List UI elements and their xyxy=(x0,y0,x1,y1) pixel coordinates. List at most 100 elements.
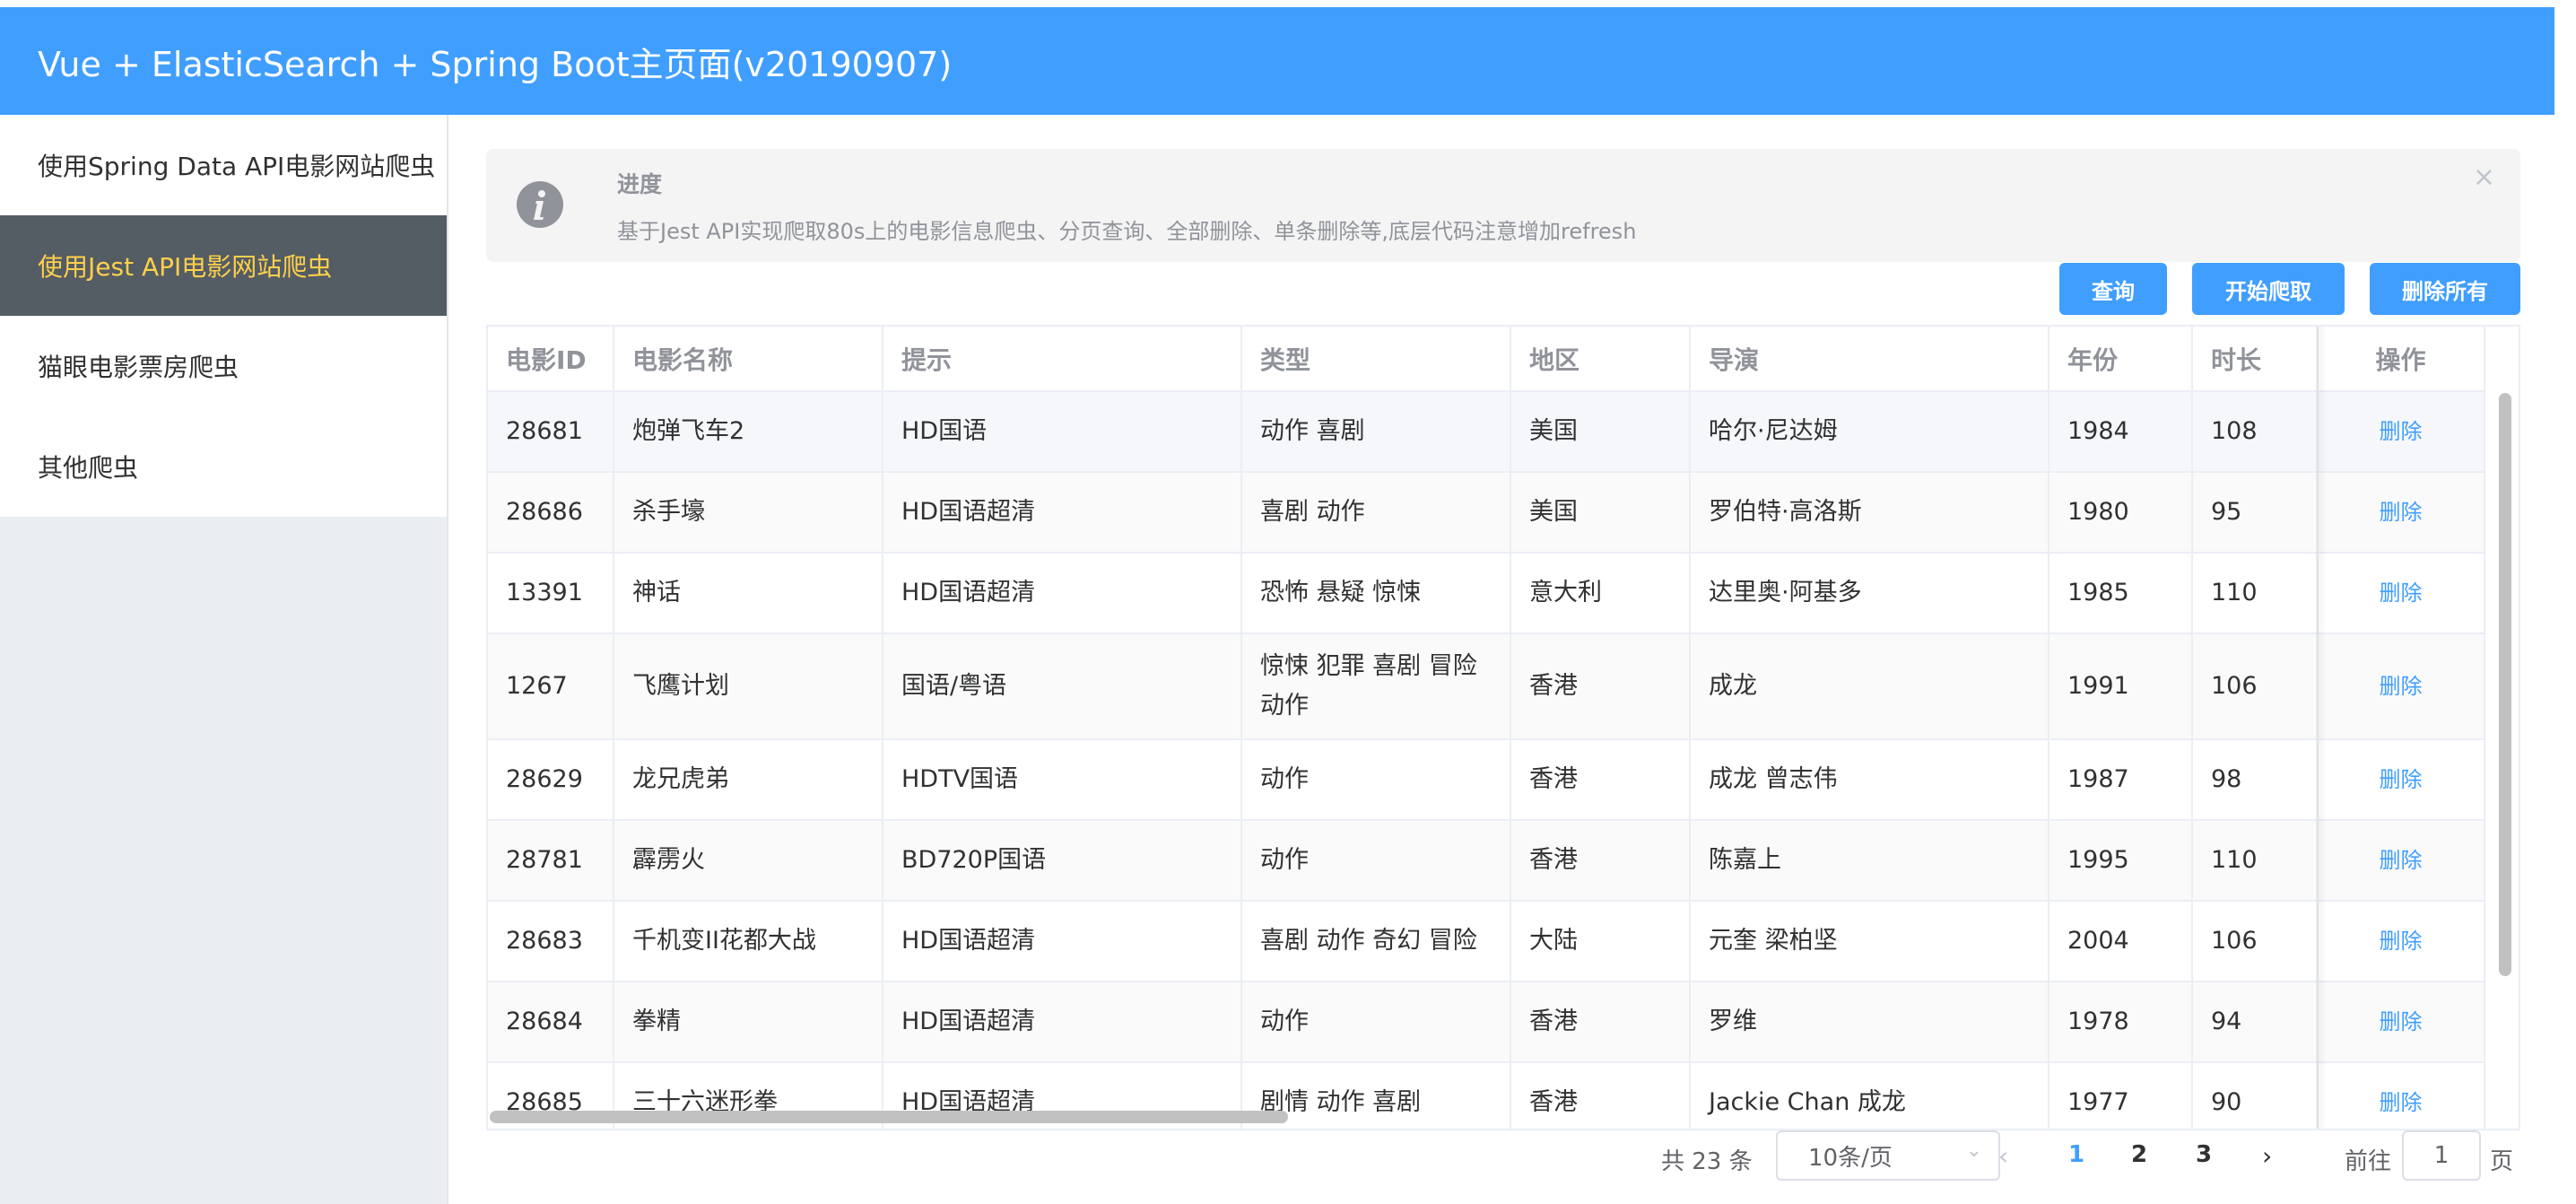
table-row[interactable]: 28681 炮弹飞车2 HD国语 动作 喜剧 美国 哈尔·尼达姆 1984 10… xyxy=(488,391,2485,473)
table-cell: 动作 喜剧 xyxy=(1241,391,1511,473)
column-header[interactable]: 地区 xyxy=(1510,327,1691,392)
delete-link[interactable]: 删除 xyxy=(2380,674,2423,699)
vertical-scrollbar[interactable] xyxy=(2490,391,2517,1129)
table-cell: 神话 xyxy=(614,553,883,634)
table-cell: 杀手壕 xyxy=(614,472,883,554)
sidebar-item-jest[interactable]: 使用Jest API电影网站爬虫 xyxy=(0,215,447,316)
table-row[interactable]: 28683 千机变II花都大战 HD国语超清 喜剧 动作 奇幻 冒险 大陆 元奎… xyxy=(488,901,2485,982)
table-row[interactable]: 28629 龙兄虎弟 HDTV国语 动作 香港 成龙 曾志伟 1987 98 删… xyxy=(488,739,2485,821)
table-cell: 国语/粤语 xyxy=(883,633,1242,740)
table-cell: 惊悚 犯罪 喜剧 冒险 动作 xyxy=(1241,633,1511,740)
table-cell: 1995 xyxy=(2049,820,2193,902)
table-cell: 95 xyxy=(2192,472,2319,554)
table-cell: 达里奥·阿基多 xyxy=(1690,553,2049,634)
page-title: Vue + ElasticSearch + Spring Boot主页面(v20… xyxy=(38,44,953,84)
alert-description: 基于Jest API实现爬取80s上的电影信息爬虫、分页查询、全部删除、单条删除… xyxy=(617,219,1637,244)
table-cell: 千机变II花都大战 xyxy=(614,901,883,982)
sidebar-item-label: 使用Spring Data API电影网站爬虫 xyxy=(38,152,436,181)
table-cell: 106 xyxy=(2192,901,2319,982)
prev-page-button[interactable]: ‹ xyxy=(1998,1141,2008,1171)
delete-link[interactable]: 删除 xyxy=(2380,500,2423,525)
table-cell: Jackie Chan 成龙 xyxy=(1690,1062,2049,1129)
table-cell: 2004 xyxy=(2049,901,2193,982)
column-header[interactable]: 年份 xyxy=(2049,327,2193,392)
goto-label: 前往 xyxy=(2345,1148,2392,1175)
table-cell: 香港 xyxy=(1510,633,1691,740)
column-header[interactable]: 操作 xyxy=(2318,327,2485,392)
chevron-down-icon: ⌄ xyxy=(1965,1139,1982,1162)
table-cell: 110 xyxy=(2192,553,2319,634)
table-cell: 成龙 曾志伟 xyxy=(1690,739,2049,821)
table-cell: 龙兄虎弟 xyxy=(614,739,883,821)
table-cell: 1980 xyxy=(2049,472,2193,554)
delete-link[interactable]: 删除 xyxy=(2380,1009,2423,1034)
table-cell: 1984 xyxy=(2049,391,2193,473)
table-cell: HD国语超清 xyxy=(883,472,1242,554)
table-row[interactable]: 28686 杀手壕 HD国语超清 喜剧 动作 美国 罗伯特·高洛斯 1980 9… xyxy=(488,472,2485,554)
table-cell: 飞鹰计划 xyxy=(614,633,883,740)
page-number-2[interactable]: 2 xyxy=(2131,1141,2147,1168)
delete-link[interactable]: 删除 xyxy=(2380,929,2423,954)
table-cell: 删除 xyxy=(2318,739,2485,821)
table-cell: 删除 xyxy=(2318,820,2485,902)
table-cell: 删除 xyxy=(2318,982,2485,1063)
info-alert: 进度 基于Jest API实现爬取80s上的电影信息爬虫、分页查询、全部删除、单… xyxy=(486,149,2520,262)
table-cell: 美国 xyxy=(1510,391,1691,473)
sidebar-menu: 使用Spring Data API电影网站爬虫 使用Jest API电影网站爬虫… xyxy=(0,115,447,517)
table-cell: 110 xyxy=(2192,820,2319,902)
close-icon[interactable]: × xyxy=(2473,161,2495,193)
table-cell: 1991 xyxy=(2049,633,2193,740)
pagination-total: 共 23 条 xyxy=(1661,1148,1753,1175)
delete-link[interactable]: 删除 xyxy=(2380,767,2423,792)
goto-page-input[interactable] xyxy=(2402,1130,2481,1181)
column-header[interactable]: 导演 xyxy=(1690,327,2049,392)
table-cell: 1977 xyxy=(2049,1062,2193,1129)
table-cell: 罗维 xyxy=(1690,982,2049,1063)
table-row[interactable]: 28684 拳精 HD国语超清 动作 香港 罗维 1978 94 删除 xyxy=(488,982,2485,1063)
sidebar-item-maoyan[interactable]: 猫眼电影票房爬虫 xyxy=(0,316,447,416)
delete-link[interactable]: 删除 xyxy=(2380,419,2423,444)
table-cell: 删除 xyxy=(2318,391,2485,473)
column-header[interactable]: 提示 xyxy=(883,327,1242,392)
table-row[interactable]: 1267 飞鹰计划 国语/粤语 惊悚 犯罪 喜剧 冒险 动作 香港 成龙 199… xyxy=(488,633,2485,740)
table-cell: 香港 xyxy=(1510,1062,1691,1129)
alert-title: 进度 xyxy=(617,171,663,197)
table-cell: 98 xyxy=(2192,739,2319,821)
delete-all-button[interactable]: 删除所有 xyxy=(2370,263,2520,315)
delete-link[interactable]: 删除 xyxy=(2380,580,2423,606)
sidebar-item-label: 使用Jest API电影网站爬虫 xyxy=(38,252,333,282)
table-cell: 106 xyxy=(2192,633,2319,740)
delete-link[interactable]: 删除 xyxy=(2380,1090,2423,1115)
delete-link[interactable]: 删除 xyxy=(2380,848,2423,873)
start-crawl-button[interactable]: 开始爬取 xyxy=(2192,263,2345,315)
table-cell: 成龙 xyxy=(1690,633,2049,740)
table-cell: 1985 xyxy=(2049,553,2193,634)
page-number-1[interactable]: 1 xyxy=(2068,1141,2084,1168)
table-header-row: 电影ID 电影名称 提示 类型 地区 导演 年份 时长 操作 xyxy=(488,327,2485,392)
table-cell: 陈嘉上 xyxy=(1690,820,2049,902)
table-cell: 删除 xyxy=(2318,553,2485,634)
page-size-select[interactable]: 10条/页 ⌄ xyxy=(1776,1130,2000,1181)
main-content: 进度 基于Jest API实现爬取80s上的电影信息爬虫、分页查询、全部删除、单… xyxy=(448,115,2554,1204)
table-row[interactable]: 28781 霹雳火 BD720P国语 动作 香港 陈嘉上 1995 110 删除 xyxy=(488,820,2485,902)
table-row[interactable]: 13391 神话 HD国语超清 恐怖 悬疑 惊悚 意大利 达里奥·阿基多 198… xyxy=(488,553,2485,634)
table-cell: HD国语 xyxy=(883,391,1242,473)
horizontal-scrollbar-thumb[interactable] xyxy=(490,1111,1288,1123)
query-button[interactable]: 查询 xyxy=(2059,263,2167,315)
table-cell: 1987 xyxy=(2049,739,2193,821)
sidebar-item-other[interactable]: 其他爬虫 xyxy=(0,416,447,517)
column-header[interactable]: 时长 xyxy=(2192,327,2319,392)
column-header[interactable]: 类型 xyxy=(1241,327,1511,392)
table-cell: 1978 xyxy=(2049,982,2193,1063)
table-cell: 喜剧 动作 奇幻 冒险 xyxy=(1241,901,1511,982)
sidebar-item-spring-data[interactable]: 使用Spring Data API电影网站爬虫 xyxy=(0,115,447,215)
column-header[interactable]: 电影名称 xyxy=(614,327,883,392)
next-page-button[interactable]: › xyxy=(2262,1141,2272,1171)
table-cell: 大陆 xyxy=(1510,901,1691,982)
table-cell: 喜剧 动作 xyxy=(1241,472,1511,554)
vertical-scrollbar-thumb[interactable] xyxy=(2499,393,2511,976)
page-number-3[interactable]: 3 xyxy=(2196,1141,2212,1168)
table-cell: 美国 xyxy=(1510,472,1691,554)
column-header[interactable]: 电影ID xyxy=(488,327,614,392)
fixed-column-shadow xyxy=(2316,327,2327,1129)
